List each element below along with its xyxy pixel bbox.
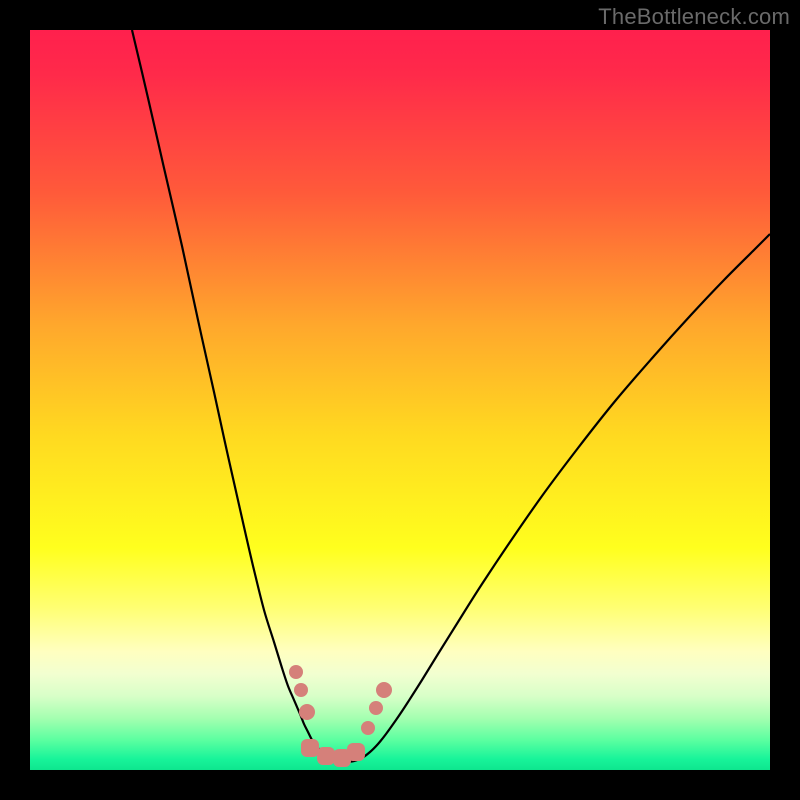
watermark-label: TheBottleneck.com	[598, 4, 790, 30]
marker-circle	[361, 721, 375, 735]
marker-circle	[294, 683, 308, 697]
marker-circle	[369, 701, 383, 715]
marker-circle	[299, 704, 315, 720]
marker-square	[317, 747, 335, 765]
marker-square	[347, 743, 365, 761]
marker-square	[301, 739, 319, 757]
curve-right-branch	[346, 234, 770, 762]
chart-outer: TheBottleneck.com	[0, 0, 800, 800]
curve-markers	[289, 665, 392, 767]
curve-left-branch	[132, 30, 346, 762]
marker-circle	[376, 682, 392, 698]
chart-curves-layer	[30, 30, 770, 770]
marker-circle	[289, 665, 303, 679]
chart-plot-area	[30, 30, 770, 770]
